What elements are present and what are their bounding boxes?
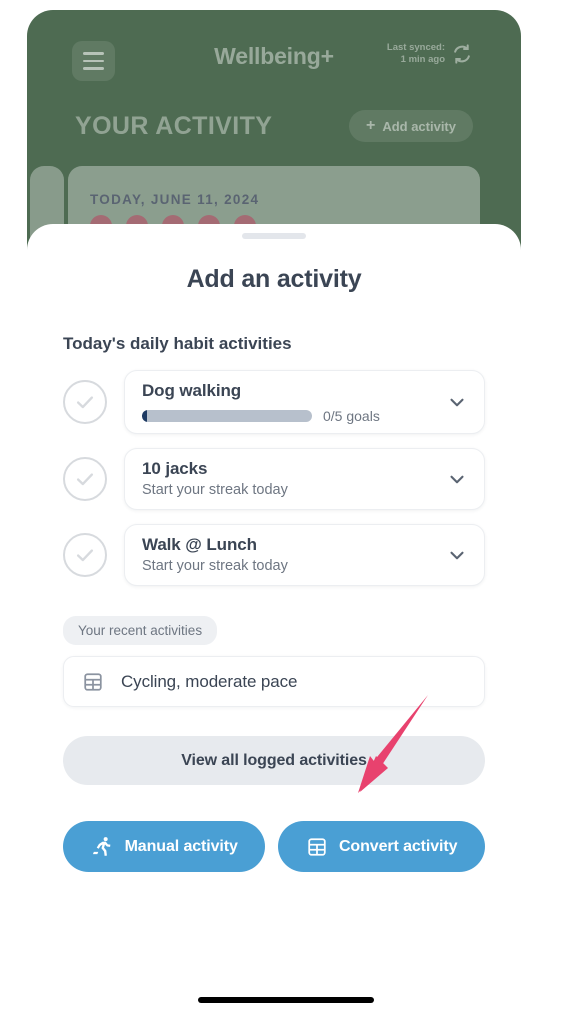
recent-activity-label: Cycling, moderate pace [121,671,298,691]
app-top-bar: Wellbeing+ Last synced: 1 min ago [27,10,521,88]
screen: Wellbeing+ Last synced: 1 min ago YOUR A… [0,0,571,1024]
habit-card[interactable]: Dog walking 0/5 goals [124,370,485,434]
habit-card[interactable]: Walk @ Lunch Start your streak today [124,524,485,586]
check-circle-icon[interactable] [63,533,107,577]
chevron-down-icon[interactable] [446,391,468,413]
last-synced-label: Last synced: [386,42,445,53]
last-synced-status[interactable]: Last synced: 1 min ago [387,42,473,66]
habit-progress: 0/5 goals [142,408,436,424]
recent-activities-label: Your recent activities [63,616,218,645]
progress-label: 0/5 goals [323,408,380,424]
convert-activity-label: Convert activity [338,837,458,855]
progress-bar [142,410,312,422]
chevron-down-icon[interactable] [446,468,468,490]
view-all-logged-activities-button[interactable]: View all logged activities [63,736,485,785]
your-activity-header: YOUR ACTIVITY + Add activity [27,110,521,142]
daily-habit-list: Dog walking 0/5 goals 10 jacks Start you… [63,370,485,586]
list-item[interactable]: Dog walking 0/5 goals [63,370,485,434]
add-activity-label: Add activity [382,118,456,134]
today-date-label: TODAY, JUNE 11, 2024 [90,192,260,207]
habit-name: Walk @ Lunch [142,535,257,554]
sheet-title: Add an activity [186,265,362,293]
list-item[interactable]: 10 jacks Start your streak today [63,448,485,510]
running-person-icon [92,837,110,856]
add-activity-sheet: Add an activity Today's daily habit acti… [27,224,521,1024]
page-title: YOUR ACTIVITY [75,111,273,140]
habit-subtitle: Start your streak today [142,558,288,574]
activity-action-buttons: Manual activity Convert activity [63,821,486,872]
chevron-down-icon[interactable] [446,544,468,566]
recent-activity-item[interactable]: Cycling, moderate pace [63,656,485,707]
list-item[interactable]: Walk @ Lunch Start your streak today [63,524,485,586]
progress-bar-fill [142,410,147,422]
home-indicator [197,997,374,1003]
check-circle-icon[interactable] [63,457,107,501]
convert-activity-button[interactable]: Convert activity [278,821,486,872]
habit-subtitle: Start your streak today [142,482,288,498]
habit-name: 10 jacks [142,459,208,478]
last-synced-time: 1 min ago [400,54,445,65]
add-activity-button[interactable]: + Add activity [348,110,473,142]
manual-activity-button[interactable]: Manual activity [63,821,266,872]
daily-habits-section-label: Today's daily habit activities [63,334,292,353]
plus-icon: + [365,117,376,134]
drag-handle[interactable] [242,233,306,239]
grid-table-icon [308,837,326,856]
manual-activity-label: Manual activity [124,837,238,855]
refresh-sync-icon[interactable] [451,43,473,65]
habit-card[interactable]: 10 jacks Start your streak today [124,448,485,510]
grid-table-icon [84,672,102,691]
check-circle-icon[interactable] [63,380,107,424]
habit-name: Dog walking [142,381,242,400]
